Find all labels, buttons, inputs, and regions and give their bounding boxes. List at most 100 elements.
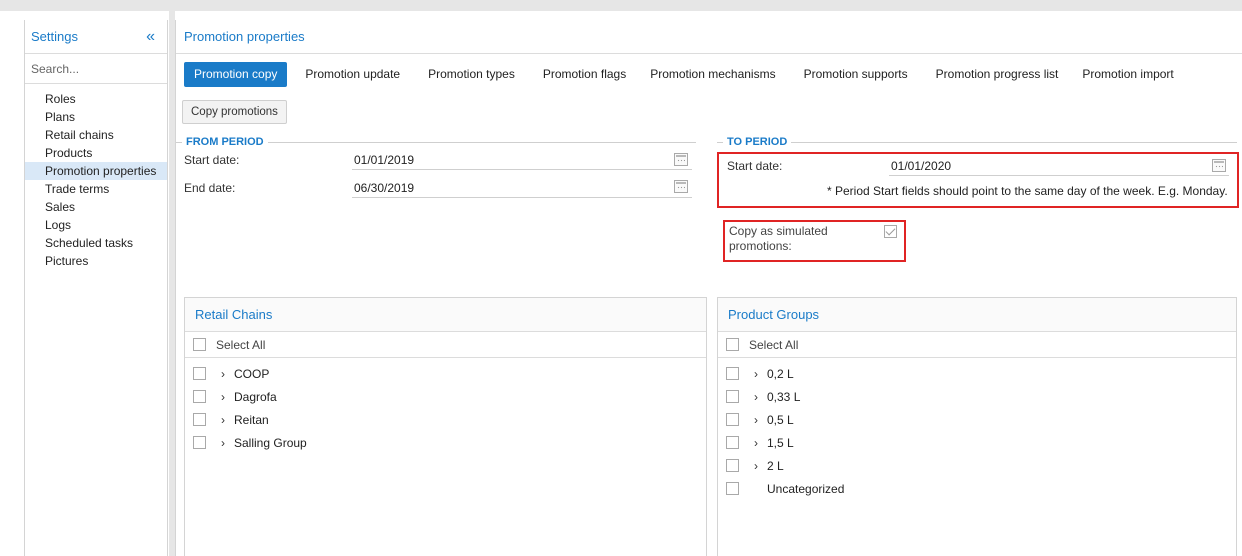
sidebar-item-logs[interactable]: Logs <box>25 216 167 234</box>
list-item[interactable]: › COOP <box>185 362 706 385</box>
chevron-right-icon[interactable]: › <box>212 413 234 427</box>
chevron-right-icon[interactable]: › <box>212 436 234 450</box>
sidebar-item-trade-terms[interactable]: Trade terms <box>25 180 167 198</box>
tab-promotion-mechanisms[interactable]: Promotion mechanisms <box>640 62 785 87</box>
list-item[interactable]: › 0,33 L <box>718 385 1236 408</box>
sidebar-search-input[interactable] <box>31 61 161 76</box>
sidebar-item-sales[interactable]: Sales <box>25 198 167 216</box>
calendar-icon[interactable] <box>1212 159 1226 172</box>
sidebar-search <box>25 54 167 84</box>
sidebar-nav: Roles Plans Retail chains Products Promo… <box>25 84 167 270</box>
list-item[interactable]: › 0,2 L <box>718 362 1236 385</box>
copy-as-simulated-label: Copy as simulated promotions: <box>729 224 828 254</box>
collapse-sidebar-icon[interactable]: « <box>146 28 155 45</box>
product-groups-panel: Product Groups Select All › 0,2 L › 0,33… <box>717 297 1237 556</box>
sidebar-item-pictures[interactable]: Pictures <box>25 252 167 270</box>
item-label: 2 L <box>767 458 784 473</box>
chevron-right-icon[interactable]: › <box>212 390 234 404</box>
sidebar-item-products[interactable]: Products <box>25 144 167 162</box>
tab-promotion-import[interactable]: Promotion import <box>1072 62 1183 87</box>
tab-promotion-progress-list[interactable]: Promotion progress list <box>926 62 1069 87</box>
from-start-row: Start date: <box>184 150 239 170</box>
list-item[interactable]: Uncategorized <box>718 477 1236 500</box>
item-label: COOP <box>234 366 270 381</box>
sidebar-item-roles[interactable]: Roles <box>25 90 167 108</box>
tab-promotion-supports[interactable]: Promotion supports <box>794 62 918 87</box>
to-period-title: TO PERIOD <box>723 136 792 148</box>
item-label: 1,5 L <box>767 435 794 450</box>
retail-chains-select-all[interactable]: Select All <box>185 332 706 358</box>
chevron-right-icon[interactable]: › <box>745 413 767 427</box>
retail-chains-panel: Retail Chains Select All › COOP › Dagrof… <box>184 297 707 556</box>
item-checkbox[interactable] <box>726 390 739 403</box>
item-checkbox[interactable] <box>726 459 739 472</box>
to-period-section: TO PERIOD Start date: 01/01/2020 * Perio… <box>717 136 1242 292</box>
retail-chains-title: Retail Chains <box>195 307 273 322</box>
item-checkbox[interactable] <box>193 436 206 449</box>
item-label: Reitan <box>234 412 269 427</box>
calendar-icon[interactable] <box>674 153 688 166</box>
from-end-date-label: End date: <box>184 181 236 195</box>
chevron-right-icon[interactable]: › <box>745 367 767 381</box>
select-all-checkbox[interactable] <box>726 338 739 351</box>
sidebar-item-retail-chains[interactable]: Retail chains <box>25 126 167 144</box>
item-label: 0,33 L <box>767 389 801 404</box>
from-start-date-field[interactable]: 01/01/2019 <box>352 150 692 170</box>
from-end-date-field[interactable]: 06/30/2019 <box>352 178 692 198</box>
to-start-date-label: Start date: <box>727 159 783 173</box>
list-item[interactable]: › 2 L <box>718 454 1236 477</box>
sidebar-title: Settings <box>31 29 78 44</box>
select-all-checkbox[interactable] <box>193 338 206 351</box>
sidebar-header: Settings « <box>25 20 167 54</box>
item-checkbox[interactable] <box>193 367 206 380</box>
chevron-right-icon[interactable]: › <box>212 367 234 381</box>
item-checkbox[interactable] <box>726 367 739 380</box>
sidebar-item-scheduled-tasks[interactable]: Scheduled tasks <box>25 234 167 252</box>
top-bar <box>0 0 1242 11</box>
product-groups-select-all[interactable]: Select All <box>718 332 1236 358</box>
retail-chains-header: Retail Chains <box>185 298 706 332</box>
item-checkbox[interactable] <box>193 413 206 426</box>
list-item[interactable]: › Dagrofa <box>185 385 706 408</box>
from-start-date-label: Start date: <box>184 153 240 167</box>
item-checkbox[interactable] <box>726 482 739 495</box>
list-item[interactable]: › Salling Group <box>185 431 706 454</box>
product-groups-title: Product Groups <box>728 307 820 322</box>
product-groups-list: › 0,2 L › 0,33 L › 0,5 L › 1,5 L › 2 L U… <box>718 358 1236 500</box>
copy-as-simulated-checkbox[interactable] <box>884 225 897 238</box>
item-checkbox[interactable] <box>193 390 206 403</box>
tab-promotion-flags[interactable]: Promotion flags <box>533 62 636 87</box>
from-end-row: End date: <box>184 178 235 198</box>
select-all-label: Select All <box>216 337 266 352</box>
item-label: Dagrofa <box>234 389 277 404</box>
from-period-title: FROM PERIOD <box>182 136 268 148</box>
item-label: Salling Group <box>234 435 307 450</box>
chevron-right-icon[interactable]: › <box>745 390 767 404</box>
list-item[interactable]: › 0,5 L <box>718 408 1236 431</box>
item-label: 0,2 L <box>767 366 794 381</box>
to-period-legend: TO PERIOD <box>723 136 792 148</box>
sidebar-item-promotion-properties[interactable]: Promotion properties <box>25 162 167 180</box>
sidebar-item-plans[interactable]: Plans <box>25 108 167 126</box>
item-checkbox[interactable] <box>726 436 739 449</box>
list-item[interactable]: › Reitan <box>185 408 706 431</box>
item-checkbox[interactable] <box>726 413 739 426</box>
chevron-right-icon[interactable]: › <box>745 436 767 450</box>
to-start-date-field[interactable]: 01/01/2020 <box>889 156 1229 176</box>
copy-as-simulated-label-line1: Copy as simulated <box>729 224 828 238</box>
main-content: Promotion properties Promotion copy Prom… <box>175 20 1242 556</box>
item-label: Uncategorized <box>767 481 845 496</box>
product-groups-header: Product Groups <box>718 298 1236 332</box>
tab-promotion-copy[interactable]: Promotion copy <box>184 62 288 87</box>
tab-promotion-types[interactable]: Promotion types <box>418 62 525 87</box>
to-period-rule <box>717 142 1237 143</box>
main-header: Promotion properties <box>176 20 1242 54</box>
item-label: 0,5 L <box>767 412 794 427</box>
copy-promotions-button[interactable]: Copy promotions <box>182 100 287 124</box>
calendar-icon[interactable] <box>674 180 688 193</box>
tab-promotion-update[interactable]: Promotion update <box>295 62 410 87</box>
chevron-right-icon[interactable]: › <box>745 459 767 473</box>
from-period-legend: FROM PERIOD <box>182 136 268 148</box>
list-item[interactable]: › 1,5 L <box>718 431 1236 454</box>
page-title: Promotion properties <box>184 29 305 44</box>
